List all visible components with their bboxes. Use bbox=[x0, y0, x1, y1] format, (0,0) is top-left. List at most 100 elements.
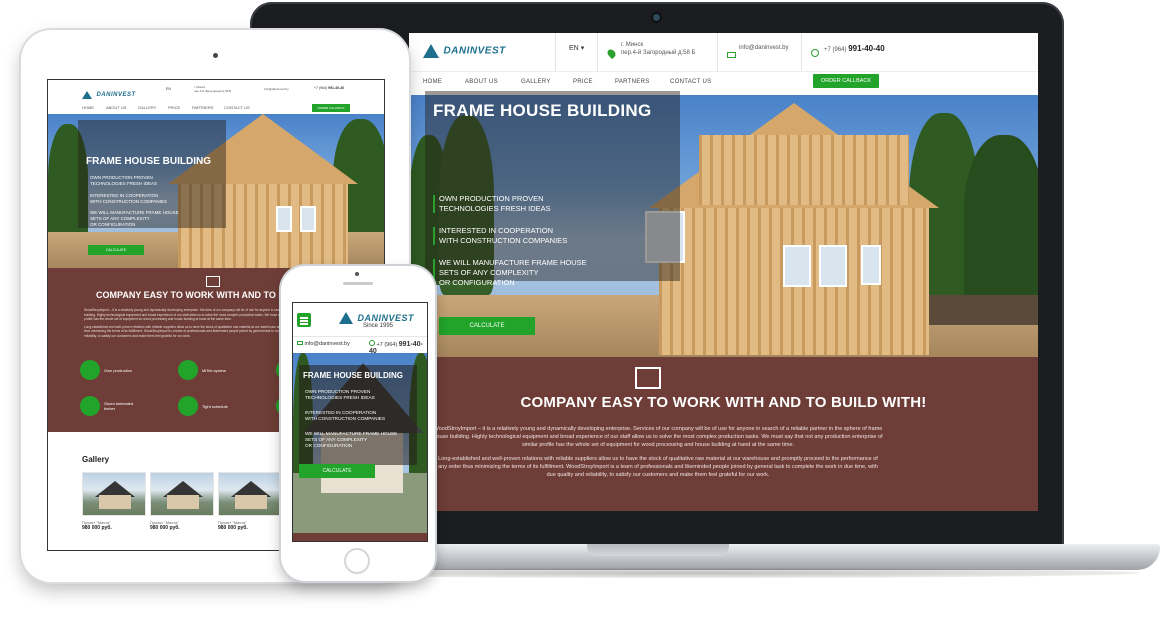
hero-feature-2: INTERESTED IN COOPERATION WITH CONSTRUCT… bbox=[433, 226, 639, 246]
feature-line: WITH CONSTRUCTION COMPANIES bbox=[439, 236, 568, 245]
logo-mark-icon bbox=[339, 311, 353, 324]
gallery-card[interactable]: Проект "Мачта" 980 000 руб. bbox=[150, 472, 214, 531]
phone-email[interactable]: info@daninvest.by bbox=[297, 341, 350, 347]
clock-icon bbox=[178, 396, 198, 416]
tablet-phone[interactable]: +7 (964) 991-40-40 bbox=[314, 86, 344, 90]
site-logo[interactable]: DANINVEST bbox=[423, 42, 506, 60]
laptop-notch bbox=[587, 544, 729, 556]
phone-hero-title: FRAME HOUSE BUILDING bbox=[303, 371, 403, 380]
phone-home-button[interactable] bbox=[344, 548, 370, 574]
tablet-nav: HOME ABOUT US GALLERY PRICE PARTNERS CON… bbox=[48, 102, 384, 114]
phone-about-strip bbox=[293, 533, 427, 541]
nav-home[interactable]: HOME bbox=[82, 105, 94, 110]
phone-prefix: +7 (964) bbox=[824, 47, 847, 53]
email-text: info@daninvest.by bbox=[304, 341, 350, 347]
chevron-down-icon: ▾ bbox=[580, 45, 585, 52]
feature-line: TECHNOLOGIES FRESH IDEAS bbox=[90, 181, 158, 186]
gallery-card[interactable]: Проект "Мачта" 980 000 руб. bbox=[82, 472, 146, 531]
feature-tight-schedule: Tight schedule bbox=[178, 396, 232, 416]
header-divider bbox=[555, 33, 556, 71]
nav-partners[interactable]: PARTNERS bbox=[192, 105, 213, 110]
phone-icon bbox=[811, 44, 819, 62]
feature-line: OWN PRODUCTION PROVEN bbox=[439, 194, 544, 203]
nav-home[interactable]: HOME bbox=[423, 79, 442, 85]
gallery-card-image bbox=[150, 472, 214, 516]
phone-link[interactable]: +7 (964) 991-40-40 bbox=[824, 44, 885, 53]
tablet-camera bbox=[213, 53, 218, 58]
feature-label: MiTek system bbox=[202, 367, 227, 373]
tablet-address: г. Минск пер.4-й Загородный д.58 Б bbox=[194, 85, 231, 93]
logo-text: DANINVEST bbox=[443, 45, 506, 57]
feature-label: Tight schedule bbox=[202, 403, 228, 409]
gallery-card-price: 980 000 руб. bbox=[150, 525, 180, 531]
site-address: г. Минск пер.4-й Загородный д.58 Б bbox=[621, 41, 731, 57]
header-divider bbox=[597, 33, 598, 71]
gallery-title: Gallery bbox=[82, 455, 110, 464]
nav-contact[interactable]: CONTACT US bbox=[670, 79, 711, 85]
tablet-hero-feature-2: INTERESTED IN COOPERATION WITH CONSTRUCT… bbox=[90, 193, 200, 205]
feature-line: TECHNOLOGIES FRESH IDEAS bbox=[305, 395, 375, 400]
nav-partners[interactable]: PARTNERS bbox=[615, 79, 650, 85]
feature-line: OR CONFIGURATION bbox=[90, 222, 136, 227]
house-dollar-icon bbox=[206, 276, 220, 287]
nav-gallery[interactable]: GALLERY bbox=[138, 105, 156, 110]
since-label: Since 1995 bbox=[363, 323, 394, 329]
tablet-hero-feature-3: WE WILL MANUFACTURE FRAME HOUSE SETS OF … bbox=[90, 210, 200, 228]
language-value: EN bbox=[569, 45, 579, 52]
phone-prefix: +7 (964) bbox=[376, 342, 398, 348]
tablet-hero-title: FRAME HOUSE BUILDING bbox=[86, 156, 211, 167]
logo-mark-icon bbox=[82, 90, 92, 99]
mail-icon bbox=[727, 45, 736, 63]
tablet-language[interactable]: EN bbox=[166, 87, 171, 91]
nav-about[interactable]: ABOUT US bbox=[106, 105, 126, 110]
logo-text: DANINVEST bbox=[357, 312, 414, 323]
calculate-button[interactable]: CALCULATE bbox=[439, 317, 535, 335]
phone-calculate-button[interactable]: CALCULATE bbox=[299, 464, 375, 478]
order-callback-button[interactable]: ORDER CALLBACK bbox=[813, 74, 879, 88]
email-link[interactable]: info@daninvest.by bbox=[739, 45, 788, 51]
timber-icon bbox=[80, 396, 100, 416]
logo-mark-icon bbox=[423, 43, 439, 58]
nav-price[interactable]: PRICE bbox=[573, 79, 593, 85]
gallery-card-image bbox=[218, 472, 282, 516]
tablet-email[interactable]: info@daninvest.by bbox=[264, 87, 289, 91]
language-select[interactable]: EN ▾ bbox=[569, 44, 584, 52]
address-street: пер.4-й Загородный д.58 Б bbox=[621, 50, 696, 56]
tablet-hero-feature-1: OWN PRODUCTION PROVEN TECHNOLOGIES FRESH… bbox=[90, 175, 200, 187]
feature-line: WITH CONSTRUCTION COMPANIES bbox=[305, 416, 386, 421]
about-paragraph-1: WoodStroyImport – it is a relatively you… bbox=[433, 426, 883, 448]
phone-prefix: +7 (964) bbox=[314, 86, 328, 90]
gallery-card[interactable]: Проект "Мачта" 980 000 руб. bbox=[218, 472, 282, 531]
phone-speaker bbox=[343, 282, 373, 285]
header-divider bbox=[801, 33, 802, 71]
about-paragraph-2: Long-established and well-proven relatio… bbox=[438, 456, 878, 478]
nav-contact[interactable]: CONTACT US bbox=[224, 105, 250, 110]
system-icon bbox=[178, 360, 198, 380]
phone-number: 991-40-40 bbox=[848, 44, 885, 53]
feature-line: OR CONFIGURATION bbox=[439, 278, 515, 287]
phone-camera bbox=[355, 272, 359, 276]
feature-glued-timber: Glued laminated timber bbox=[80, 396, 134, 416]
feature-mitek-system: MiTek system bbox=[178, 360, 232, 380]
header-divider bbox=[717, 33, 718, 71]
feature-line: WE WILL MANUFACTURE FRAME HOUSE bbox=[439, 258, 587, 267]
tablet-calculate-button[interactable]: CALCULATE bbox=[88, 245, 144, 255]
laptop-screen: DANINVEST EN ▾ г. Минск пер.4-й Загородн… bbox=[409, 33, 1038, 511]
feature-own-production: Own production bbox=[80, 360, 134, 380]
phone-hero-feature-2: INTERESTED IN COOPERATION WITH CONSTRUCT… bbox=[305, 410, 415, 422]
about-text: WoodStroyImport – it is a relatively you… bbox=[433, 425, 883, 479]
hero-title: FRAME HOUSE BUILDING bbox=[433, 101, 652, 120]
factory-icon bbox=[80, 360, 100, 380]
phone-number: 991-40-40 bbox=[328, 86, 345, 90]
feature-label: Own production bbox=[104, 367, 133, 373]
logo-text: DANINVEST bbox=[96, 91, 136, 98]
feature-line: INTERESTED IN COOPERATION bbox=[439, 226, 554, 235]
nav-price[interactable]: PRICE bbox=[168, 105, 180, 110]
hamburger-menu-icon[interactable] bbox=[297, 313, 311, 327]
nav-about[interactable]: ABOUT US bbox=[465, 79, 498, 85]
hero-feature-3: WE WILL MANUFACTURE FRAME HOUSE SETS OF … bbox=[433, 258, 639, 288]
order-callback-button[interactable]: ORDER CALLBACK bbox=[312, 104, 350, 112]
nav-gallery[interactable]: GALLERY bbox=[521, 79, 551, 85]
gallery-card-image bbox=[82, 472, 146, 516]
phone-screen: DANINVEST Since 1995 info@daninvest.by +… bbox=[292, 302, 428, 542]
